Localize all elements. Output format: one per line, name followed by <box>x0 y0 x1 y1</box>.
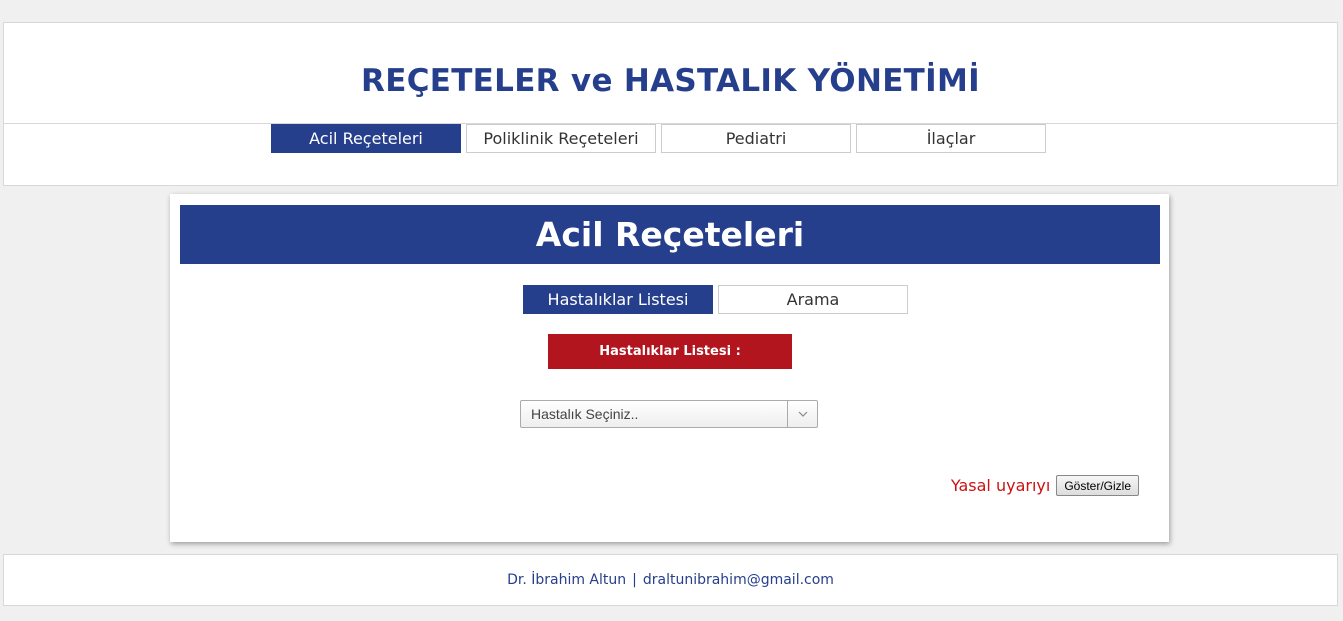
tab-arama[interactable]: Arama <box>718 285 908 314</box>
footer-separator: | <box>632 572 637 588</box>
legal-warning-row: Yasal uyarıyı Göster/Gizle <box>951 475 1139 496</box>
tab-pediatri[interactable]: Pediatri <box>661 124 851 153</box>
site-footer: Dr. İbrahim Altun | draltunibrahim@gmail… <box>3 554 1338 606</box>
section-label: Hastalıklar Listesi : <box>548 334 792 369</box>
site-title: REÇETELER ve HASTALIK YÖNETİMİ <box>361 63 980 99</box>
content-card: Acil Reçeteleri Hastalıklar Listesi Aram… <box>170 194 1169 542</box>
tab-acil-receteleri[interactable]: Acil Reçeteleri <box>271 124 461 153</box>
main-nav: Acil Reçeteleri Poliklinik Reçeteleri Pe… <box>271 124 1046 153</box>
footer-author: Dr. İbrahim Altun <box>507 572 627 588</box>
disease-select-value: Hastalık Seçiniz.. <box>531 406 639 422</box>
tab-hastaliklar-listesi[interactable]: Hastalıklar Listesi <box>523 285 713 314</box>
disease-select[interactable]: Hastalık Seçiniz.. <box>520 400 818 428</box>
site-header: REÇETELER ve HASTALIK YÖNETİMİ Acil Reçe… <box>3 22 1338 186</box>
page-title-banner: Acil Reçeteleri <box>180 205 1160 264</box>
chevron-down-icon[interactable] <box>787 401 817 427</box>
tab-poliklinik-receteleri[interactable]: Poliklinik Reçeteleri <box>466 124 656 153</box>
legal-warning-label: Yasal uyarıyı <box>950 476 1051 495</box>
sub-tabs: Hastalıklar Listesi Arama <box>523 285 908 314</box>
tab-ilaclar[interactable]: İlaçlar <box>856 124 1046 153</box>
show-hide-button[interactable]: Göster/Gizle <box>1056 475 1139 496</box>
footer-email[interactable]: draltunibrahim@gmail.com <box>643 572 834 588</box>
